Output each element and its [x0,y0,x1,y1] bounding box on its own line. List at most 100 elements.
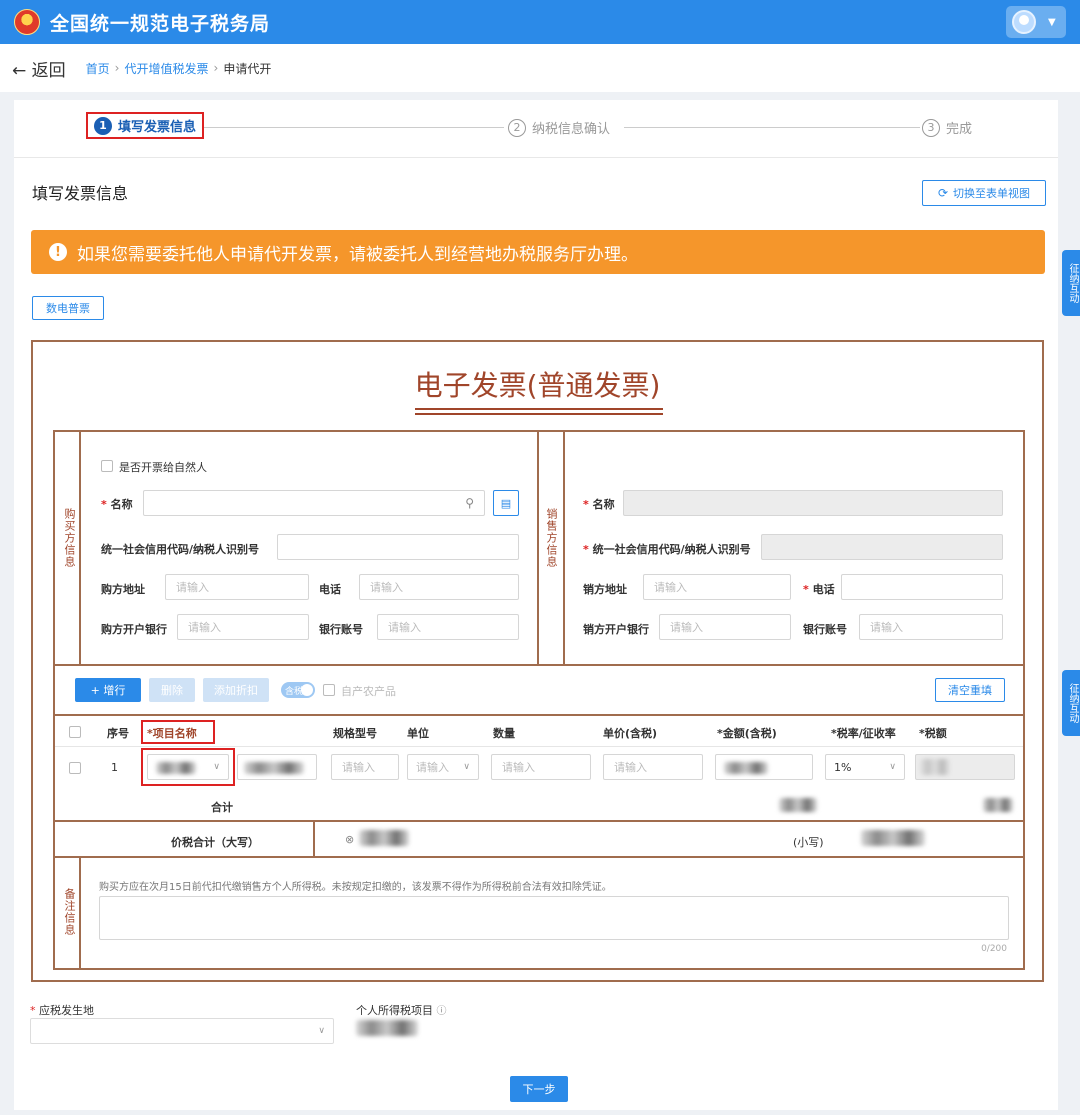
divider [79,432,81,664]
buyer-phone-label: 电话 [319,583,341,596]
seller-section-label: 销售方信息 [545,508,558,568]
add-discount-button[interactable]: 添加折扣 [203,678,269,702]
currency-circle-icon: ⊗ [345,833,355,846]
tax-emblem-logo [14,9,40,35]
buyer-name-label: 名称 [110,498,133,511]
invoice-title: 电子发票(普通发票) [414,369,661,402]
seller-address-input[interactable]: 请输入 [643,574,791,600]
remark-notice: 购买方应在次月15日前代扣代缴销售方个人所得税。未按规定扣缴的，该发票不得作为所… [99,882,612,893]
seller-phone-input[interactable] [841,574,1003,600]
step-number: 2 [508,118,526,137]
seller-phone-label: 电话 [812,583,835,596]
step-complete: 3 完成 [922,118,972,137]
clear-refill-button[interactable]: 清空重填 [935,678,1005,702]
buyer-account-label: 银行账号 [319,623,363,636]
price-tax-total-label: 价税合计（大写） [171,836,259,849]
title-underline [415,408,663,410]
next-step-button[interactable]: 下一步 [510,1076,568,1102]
select-all-checkbox[interactable] [69,726,81,738]
info-icon: ! [49,243,67,261]
switch-form-view-button[interactable]: ⟳ 切换至表单视图 [922,180,1046,206]
buyer-account-input[interactable]: 请输入 [377,614,519,640]
seller-name-input [623,490,1003,516]
buyer-list-button[interactable]: ▤ [493,490,519,516]
column-header: 数量 [493,727,515,740]
progress-steps: 1 填写发票信息 2 纳税信息确认 3 完成 [14,100,1058,158]
notice-banner: ! 如果您需要委托他人申请代开发票，请被委托人到经营地办税服务厅办理。 [31,230,1045,274]
step-label: 纳税信息确认 [532,122,611,137]
buyer-name-input[interactable]: ⚲ [143,490,485,516]
breadcrumb-home[interactable]: 首页 [86,60,110,77]
column-header: 序号 [107,727,129,740]
unit-price-input[interactable]: 请输入 [603,754,703,780]
buyer-tax-id-label: 统一社会信用代码/纳税人识别号 [101,543,260,556]
chevron-down-icon: ∨ [889,762,896,772]
tax-location-select[interactable]: ∨ [30,1018,334,1044]
seller-bank-label: 销方开户银行 [583,623,649,636]
top-bar: 全国统一规范电子税务局 ▼ [0,0,1080,44]
buyer-phone-input[interactable]: 请输入 [359,574,519,600]
unit-select[interactable]: 请输入 ∨ [407,754,479,780]
remark-section-label: 备注信息 [63,888,76,936]
add-row-button[interactable]: + 增行 [75,678,141,702]
tax-included-toggle[interactable]: 含税 [281,682,315,698]
remark-section: 备注信息 购买方应在次月15日前代扣代缴销售方个人所得税。未按规定扣缴的，该发票… [53,858,1025,970]
seller-tax-id-label: 统一社会信用代码/纳税人识别号 [592,543,751,556]
divider [79,858,81,968]
step-confirm: 2 纳税信息确认 [508,118,610,137]
self-produced-checkbox[interactable] [323,684,335,696]
seller-bank-input[interactable]: 请输入 [659,614,791,640]
column-header: *金额(含税) [717,727,777,740]
switch-label: 切换至表单视图 [953,187,1031,200]
seller-address-label: 销方地址 [583,583,627,596]
divider [313,822,315,856]
step-number: 1 [94,116,112,135]
divider [537,432,539,664]
avatar [1012,10,1036,34]
tax-rate-select[interactable]: 1% ∨ [825,754,905,780]
breadcrumb-current: 申请代开 [223,61,272,76]
unit-placeholder: 请输入 [416,761,449,774]
search-icon: ⚲ [465,496,474,510]
remark-textarea[interactable] [99,896,1009,940]
tax-amount-input [915,754,1015,780]
title-underline [415,413,663,415]
redacted-value [724,762,768,774]
column-header: *税额 [919,727,947,740]
notice-text: 如果您需要委托他人申请代开发票，请被委托人到经营地办税服务厅办理。 [77,244,638,265]
char-counter: 0/200 [981,944,1007,954]
buyer-bank-input[interactable]: 请输入 [177,614,309,640]
side-tab-interaction[interactable]: 征纳互动 [1062,250,1080,316]
party-section: 购买方信息 是否开票给自然人 * 名称 ⚲ ▤ 统一社会信用代码/纳税人识别号 … [53,430,1025,666]
step-fill-info: 1 填写发票信息 [86,112,205,139]
redacted-total-tax [983,798,1013,812]
amount-input[interactable] [715,754,813,780]
seller-name-label: 名称 [592,498,615,511]
app-title: 全国统一规范电子税务局 [50,12,271,35]
breadcrumb-vat-invoice[interactable]: 代开增值税发票 [124,60,208,77]
invoice-form: 电子发票(普通发票) 购买方信息 是否开票给自然人 * 名称 ⚲ ▤ 统一社会信… [31,340,1044,982]
spec-input[interactable]: 请输入 [331,754,399,780]
redacted-total-words [359,830,409,846]
user-menu[interactable]: ▼ [1006,6,1066,38]
tax-rate-value: 1% [834,760,852,774]
row-checkbox[interactable] [69,762,81,774]
buyer-address-input[interactable]: 请输入 [165,574,309,600]
step-connector [624,127,920,128]
redacted-value [244,762,304,774]
side-tab-interaction-2[interactable]: 征纳互动 [1062,670,1080,736]
invoice-type-tag[interactable]: 数电普票 [32,296,104,320]
natural-person-checkbox[interactable] [101,460,113,472]
redacted-total-figure [861,830,925,846]
info-icon[interactable]: ⓘ [437,1006,447,1017]
delete-button[interactable]: 删除 [149,678,195,702]
column-header: 规格型号 [333,727,377,740]
seller-account-input[interactable]: 请输入 [859,614,1003,640]
refresh-icon: ⟳ [937,186,949,200]
income-item-label: 个人所得税项目 [356,1004,433,1017]
buyer-tax-id-input[interactable] [277,534,519,560]
chevron-down-icon: ∨ [318,1026,325,1036]
back-button[interactable]: ← 返回 [12,56,66,81]
quantity-input[interactable]: 请输入 [491,754,591,780]
item-desc-input[interactable] [237,754,317,780]
